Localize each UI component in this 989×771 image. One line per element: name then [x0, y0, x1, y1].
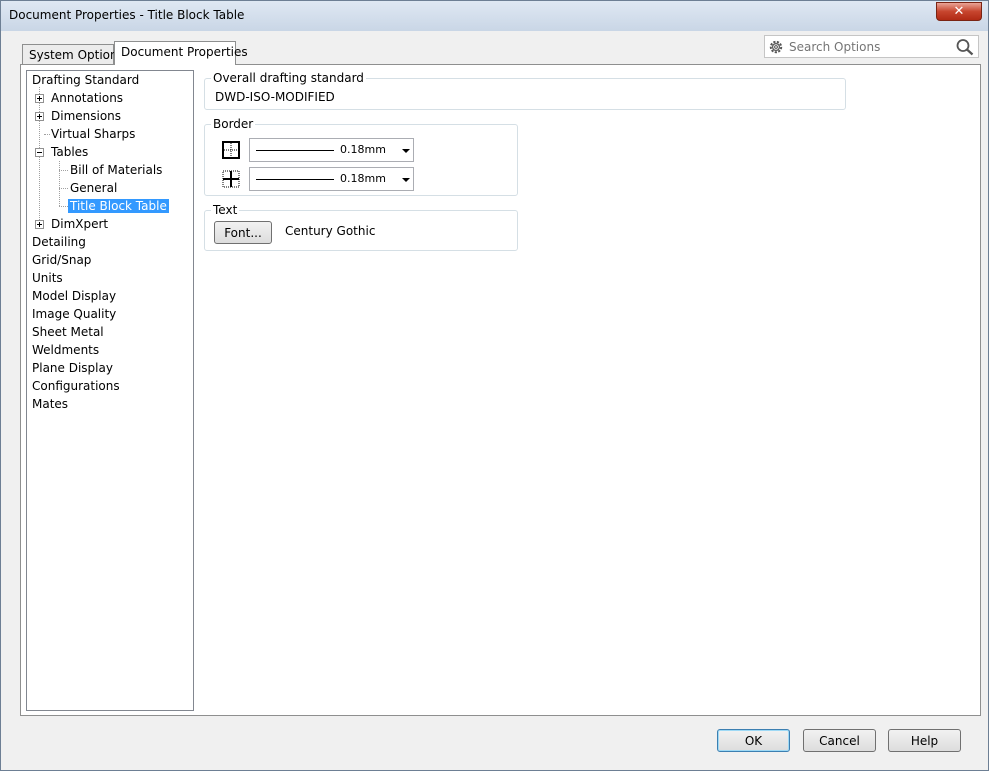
tree-item-mates[interactable]: Mates — [32, 396, 68, 414]
dialog-window: Document Properties - Title Block Table … — [0, 0, 989, 771]
expand-icon[interactable] — [35, 112, 44, 121]
tree-item-image-quality[interactable]: Image Quality — [32, 306, 116, 324]
tree-item-model-display[interactable]: Model Display — [32, 288, 116, 306]
expand-icon[interactable] — [35, 220, 44, 229]
tree-item-weldments[interactable]: Weldments — [32, 342, 99, 360]
tree-item-tables[interactable]: Tables — [51, 144, 88, 162]
help-button[interactable]: Help — [888, 729, 961, 752]
tree-item-title-block-table[interactable]: Title Block Table — [68, 198, 169, 216]
tab-system-options[interactable]: System Options — [22, 44, 124, 65]
inner-border-icon — [222, 170, 240, 188]
cancel-button[interactable]: Cancel — [803, 729, 876, 752]
tree-item-plane-display[interactable]: Plane Display — [32, 360, 113, 378]
inner-border-thickness-select[interactable]: 0.18mm — [249, 167, 414, 191]
tree-item-dimensions[interactable]: Dimensions — [51, 108, 121, 126]
title-bar[interactable]: Document Properties - Title Block Table … — [1, 1, 988, 31]
line-style-preview — [256, 179, 334, 180]
drafting-standard-value: DWD-ISO-MODIFIED — [215, 90, 335, 104]
chevron-down-icon — [402, 178, 410, 182]
tree-connector — [59, 170, 68, 171]
window-title: Document Properties - Title Block Table — [9, 8, 245, 22]
outer-border-value: 0.18mm — [340, 143, 386, 156]
border-label: Border — [211, 117, 256, 131]
tree-connector — [44, 134, 50, 135]
tree-item-configurations[interactable]: Configurations — [32, 378, 120, 396]
tree-item-grid-snap[interactable]: Grid/Snap — [32, 252, 91, 270]
inner-border-value: 0.18mm — [340, 172, 386, 185]
tree-item-general[interactable]: General — [70, 180, 117, 198]
outer-border-icon — [222, 141, 240, 159]
tree-item-annotations[interactable]: Annotations — [51, 90, 123, 108]
text-label: Text — [211, 203, 240, 217]
tree-connector — [59, 206, 68, 207]
tab-document-properties[interactable]: Document Properties — [114, 41, 248, 65]
tree-item-drafting-standard[interactable]: Drafting Standard — [32, 72, 139, 90]
tree-item-bill-of-materials[interactable]: Bill of Materials — [70, 162, 162, 180]
overall-drafting-label: Overall drafting standard — [211, 71, 366, 85]
ok-button[interactable]: OK — [717, 729, 790, 752]
gear-icon — [769, 40, 783, 54]
font-button[interactable]: Font... — [214, 221, 272, 244]
search-input[interactable] — [787, 38, 947, 55]
tree-item-sheet-metal[interactable]: Sheet Metal — [32, 324, 104, 342]
chevron-down-icon — [402, 149, 410, 153]
expand-icon[interactable] — [35, 94, 44, 103]
tree-item-virtual-sharps[interactable]: Virtual Sharps — [51, 126, 135, 144]
tree-item-dimxpert[interactable]: DimXpert — [51, 216, 108, 234]
search-box[interactable] — [764, 35, 979, 58]
line-style-preview — [256, 150, 334, 151]
tree-item-detailing[interactable]: Detailing — [32, 234, 86, 252]
tree-item-units[interactable]: Units — [32, 270, 63, 288]
close-button[interactable]: ✕ — [936, 2, 982, 21]
tree-connector — [59, 188, 68, 189]
font-name-value: Century Gothic — [285, 224, 376, 238]
tree-connector — [59, 161, 60, 206]
collapse-icon[interactable] — [35, 148, 44, 157]
search-icon[interactable] — [955, 38, 975, 56]
outer-border-thickness-select[interactable]: 0.18mm — [249, 138, 414, 162]
